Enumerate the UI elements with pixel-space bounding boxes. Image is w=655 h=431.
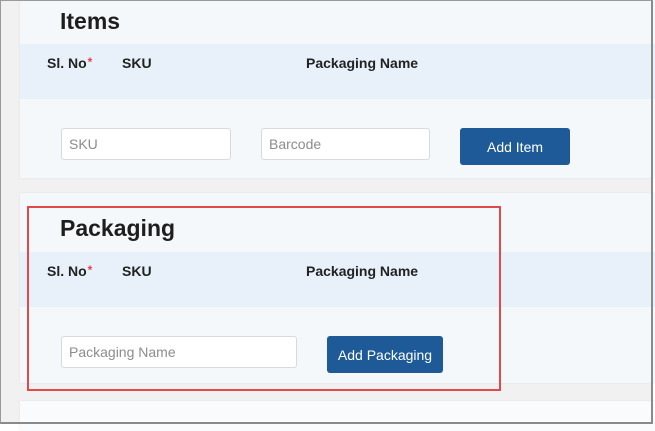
packaging-title: Packaging: [60, 215, 176, 241]
packaging-col-sl-no: Sl. No*: [47, 263, 92, 279]
item-sku-input[interactable]: [61, 128, 231, 160]
items-col-sl-no: Sl. No*: [47, 55, 92, 71]
packaging-col-packaging-name: Packaging Name: [306, 263, 419, 279]
items-card: Items Sl. No* SKU Packaging Name Add Ite…: [20, 0, 655, 178]
packaging-col-sku: SKU: [122, 263, 152, 279]
items-col-sku: SKU: [122, 55, 152, 71]
items-title: Items: [60, 8, 121, 34]
items-col-sl-no-label: Sl. No: [47, 55, 87, 71]
packaging-card: Packaging Sl. No* SKU Packaging Name Add…: [20, 193, 655, 383]
add-item-button[interactable]: Add Item: [460, 128, 570, 165]
packaging-col-sl-no-label: Sl. No: [47, 263, 87, 279]
next-card: [20, 401, 655, 431]
items-table-header: Sl. No* SKU Packaging Name: [20, 44, 655, 99]
add-packaging-button[interactable]: Add Packaging: [327, 336, 443, 373]
required-mark: *: [87, 55, 93, 69]
required-mark: *: [87, 263, 93, 277]
packaging-table-header: Sl. No* SKU Packaging Name: [20, 252, 655, 307]
items-col-packaging-name: Packaging Name: [306, 55, 419, 71]
item-barcode-input[interactable]: [261, 128, 430, 160]
packaging-name-input[interactable]: [61, 336, 297, 368]
